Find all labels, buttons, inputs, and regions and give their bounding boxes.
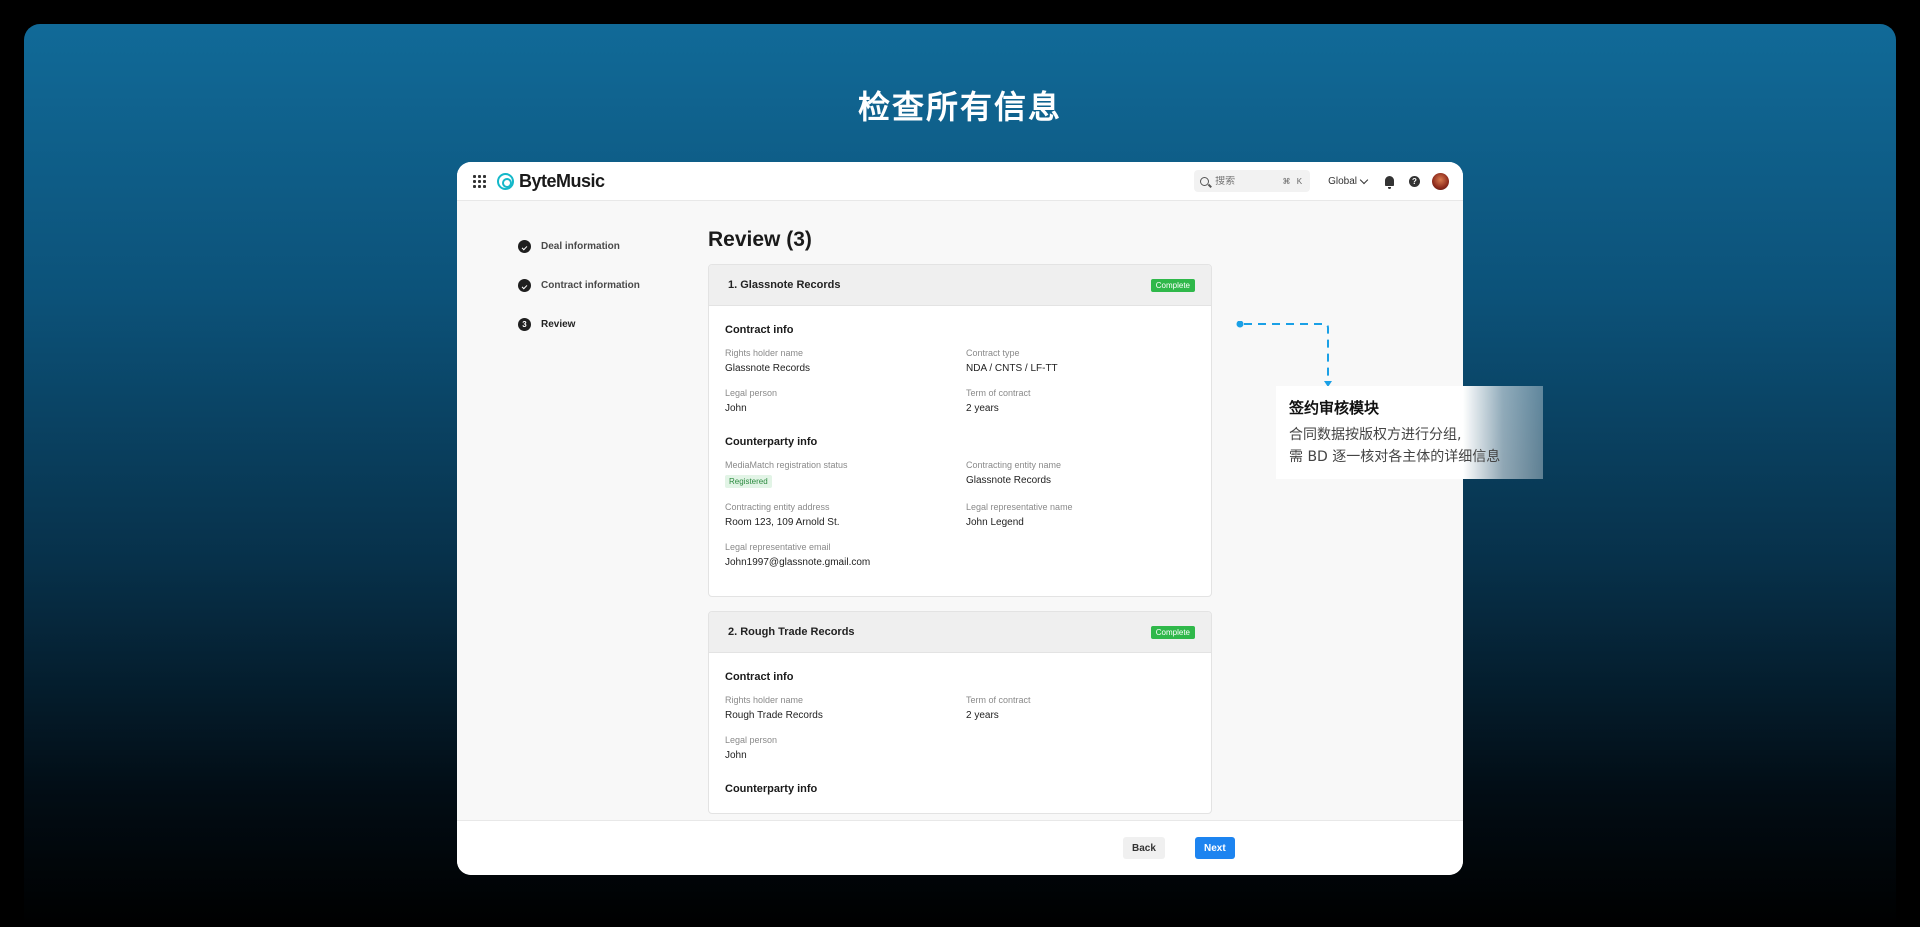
region-label: Global xyxy=(1328,175,1357,187)
section-title: Counterparty info xyxy=(725,436,818,448)
slide-headline: 检查所有信息 xyxy=(857,88,1062,126)
brand-name: ByteMusic xyxy=(519,170,605,191)
counterparty-fields: MediaMatch registration status Registere… xyxy=(725,460,1195,568)
field-contracting-entity-address: Contracting entity address Room 123, 109… xyxy=(725,502,840,528)
contract-fields: Rights holder name Rough Trade Records T… xyxy=(725,695,1195,761)
section-title: Contract info xyxy=(725,671,794,683)
annotation-title: 签约审核模块 xyxy=(1289,399,1380,417)
review-panel: Review (3) 1. Glassnote Records Complete… xyxy=(708,228,1212,820)
status-badge: Complete xyxy=(1150,278,1195,292)
region-selector[interactable]: Global xyxy=(1328,175,1369,187)
field-term-of-contract: Term of contract 2 years xyxy=(966,388,1031,414)
field-legal-representative-name: Legal representative name John Legend xyxy=(966,502,1073,528)
bell-icon[interactable] xyxy=(1385,176,1394,189)
review-card-glassnote: 1. Glassnote Records Complete Contract i… xyxy=(708,264,1212,597)
registered-tag: Registered xyxy=(725,475,772,488)
card-header[interactable]: 2. Rough Trade Records Complete xyxy=(709,612,1211,653)
step-number: 3 xyxy=(518,317,531,331)
contract-fields: Rights holder name Glassnote Records Con… xyxy=(725,348,1195,414)
field-contract-type: Contract type NDA / CNTS / LF-TT xyxy=(966,348,1058,374)
footer-bar: Back Next xyxy=(457,820,1463,875)
annotation-connector xyxy=(1236,321,1332,387)
top-bar: ByteMusic ⌘ K Global ? xyxy=(457,162,1463,201)
step-deal-information[interactable]: Deal information xyxy=(518,238,640,254)
field-term-of-contract: Term of contract 2 years xyxy=(966,695,1031,721)
card-body: Contract info Rights holder name Glassno… xyxy=(709,306,1211,596)
field-rights-holder-name: Rights holder name Glassnote Records xyxy=(725,348,811,374)
step-contract-information[interactable]: Contract information xyxy=(518,277,640,293)
field-legal-person: Legal person John xyxy=(725,388,778,414)
field-contracting-entity-name: Contracting entity name Glassnote Record… xyxy=(966,460,1062,486)
connector-dot xyxy=(1236,321,1244,328)
card-body: Contract info Rights holder name Rough T… xyxy=(709,653,1211,813)
connector-line xyxy=(1244,323,1329,381)
search-shortcut: ⌘ K xyxy=(1282,176,1305,186)
app-window: ByteMusic ⌘ K Global ? Deal information xyxy=(457,162,1463,875)
step-navigation: Deal information Contract information 3 … xyxy=(518,238,640,355)
section-title: Contract info xyxy=(725,324,794,336)
review-card-rough-trade: 2. Rough Trade Records Complete Contract… xyxy=(708,611,1212,814)
bytemusic-logo-icon xyxy=(497,172,514,190)
card-header[interactable]: 1. Glassnote Records Complete xyxy=(709,265,1211,306)
app-grid-icon[interactable] xyxy=(473,174,486,188)
field-legal-representative-email: Legal representative email John1997@glas… xyxy=(725,542,871,568)
field-registration-status: MediaMatch registration status Registere… xyxy=(725,460,848,488)
section-title: Counterparty info xyxy=(725,783,818,795)
annotation-callout: 签约审核模块 合同数据按版权方进行分组, 需 BD 逐一核对各主体的详细信息 xyxy=(1276,386,1543,479)
help-icon[interactable]: ? xyxy=(1409,175,1420,187)
search-input[interactable] xyxy=(1215,175,1276,187)
card-title: 2. Rough Trade Records xyxy=(728,626,855,638)
next-button[interactable]: Next xyxy=(1195,837,1235,859)
card-title: 1. Glassnote Records xyxy=(728,279,841,291)
field-legal-person: Legal person John xyxy=(725,735,778,761)
check-icon xyxy=(518,239,531,253)
presentation-background: 检查所有信息 ByteMusic ⌘ K Global ? xyxy=(24,24,1896,927)
annotation-line: 合同数据按版权方进行分组, xyxy=(1289,427,1462,443)
content-area: Deal information Contract information 3 … xyxy=(457,201,1463,820)
annotation-line: 需 BD 逐一核对各主体的详细信息 xyxy=(1289,449,1501,465)
chevron-down-icon xyxy=(1359,175,1369,184)
field-rights-holder-name: Rights holder name Rough Trade Records xyxy=(725,695,823,721)
step-review[interactable]: 3 Review xyxy=(518,316,640,332)
status-badge: Complete xyxy=(1150,625,1195,639)
search-icon xyxy=(1200,176,1210,186)
check-icon xyxy=(518,278,531,292)
avatar[interactable] xyxy=(1432,172,1449,190)
back-button[interactable]: Back xyxy=(1123,837,1165,859)
search-box[interactable]: ⌘ K xyxy=(1194,170,1311,192)
page-title: Review (3) xyxy=(708,228,812,251)
